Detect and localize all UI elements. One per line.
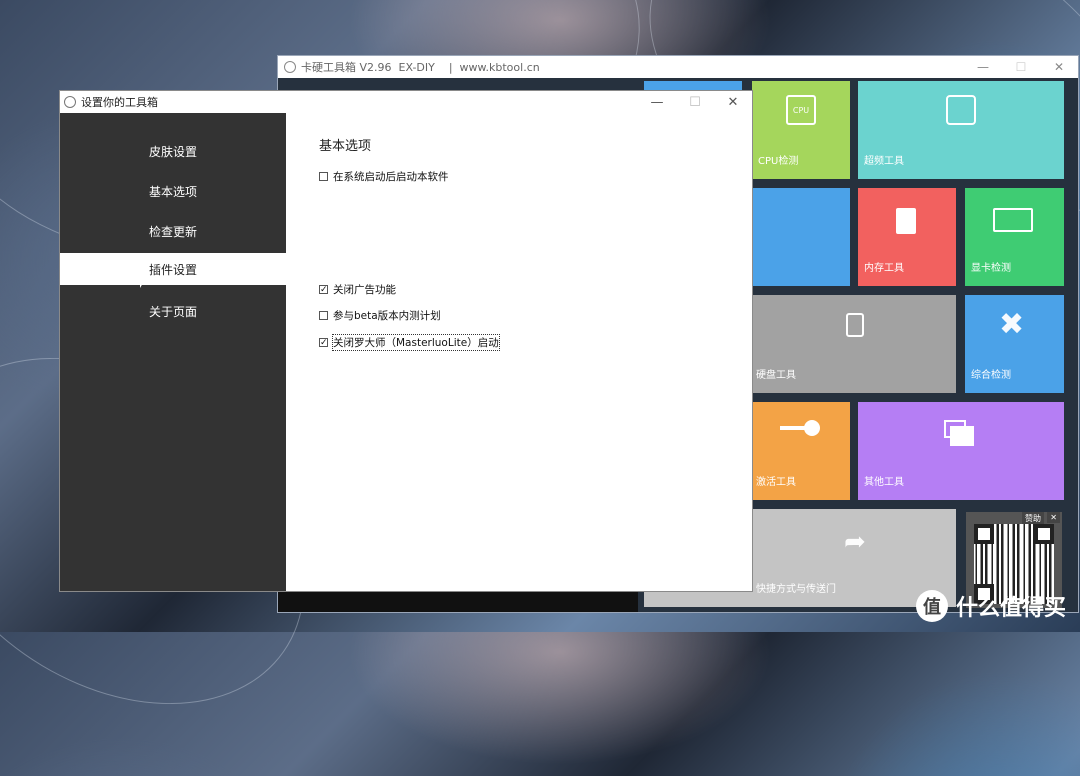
dialog-minimize-button[interactable]: — — [638, 91, 676, 113]
tile-label: 快捷方式与传送门 — [756, 584, 836, 595]
checkbox[interactable] — [319, 311, 328, 320]
tile-label: 其他工具 — [864, 477, 904, 488]
option-disable-ads[interactable]: ✓ 关闭广告功能 — [319, 282, 396, 297]
watermark-text: 什么值得买 — [955, 596, 1066, 621]
tile-label: 综合检测 — [971, 370, 1011, 381]
checkbox[interactable] — [319, 172, 328, 181]
settings-dialog: 设置你的工具箱 — ☐ ✕ 皮肤设置 基本选项 检查更新 插件设置 关于页面 基… — [59, 90, 753, 592]
close-button[interactable]: ✕ — [1040, 56, 1078, 78]
checkbox[interactable]: ✓ — [319, 338, 328, 348]
smzdm-watermark: 值 什么值得买 — [915, 590, 1066, 622]
windows-stack-icon — [944, 420, 974, 446]
sidebar-item-update[interactable]: 检查更新 — [60, 211, 286, 251]
tile-label: 硬盘工具 — [756, 370, 796, 381]
tile-gpu[interactable]: 显卡检测 — [965, 188, 1064, 286]
sliders-icon — [946, 95, 976, 125]
option-label: 关闭罗大师（MasterluoLite）启动 — [332, 334, 500, 351]
tile-label: 超频工具 — [864, 156, 904, 167]
tile-label: CPU检测 — [758, 156, 799, 167]
qr-corner-marker — [974, 524, 994, 544]
dialog-maximize-button[interactable]: ☐ — [676, 91, 714, 113]
tile-label: 激活工具 — [756, 477, 796, 488]
qr-corner-marker — [1034, 524, 1054, 544]
section-title: 基本选项 — [319, 139, 372, 154]
option-autostart[interactable]: 在系统启动后启动本软件 — [319, 169, 449, 184]
sidebar-item-plugins[interactable]: 插件设置 — [60, 253, 286, 285]
dialog-gear-icon — [64, 96, 76, 108]
app-gear-icon — [284, 61, 296, 73]
key-icon — [780, 420, 820, 436]
toolbox-title: 卡硬工具箱 V2.96 EX-DIY | www.kbtool.cn — [301, 61, 540, 74]
settings-content: 基本选项 在系统启动后启动本软件 ✓ 关闭广告功能 参与beta版本内测计划 ✓… — [286, 113, 752, 591]
tile-diagnostics[interactable]: ✖ 综合检测 — [965, 295, 1064, 393]
option-label: 在系统启动后启动本软件 — [333, 171, 449, 183]
maximize-button[interactable]: ☐ — [1002, 56, 1040, 78]
option-beta[interactable]: 参与beta版本内测计划 — [319, 308, 441, 323]
cpu-icon: CPU — [786, 95, 816, 125]
tools-icon: ✖ — [999, 307, 1025, 342]
option-label: 参与beta版本内测计划 — [333, 310, 441, 322]
tile-overclock[interactable]: 超频工具 — [858, 81, 1064, 179]
minimize-button[interactable]: — — [964, 56, 1002, 78]
dialog-close-button[interactable]: ✕ — [714, 91, 752, 113]
tile-other-tools[interactable]: 其他工具 — [858, 402, 1064, 500]
option-label: 关闭广告功能 — [333, 284, 396, 296]
watermark-logo: 值 — [915, 590, 948, 622]
share-arrow-icon: ➦ — [844, 527, 866, 557]
tile-cpu[interactable]: CPU CPU检测 — [752, 81, 850, 179]
dialog-titlebar[interactable]: 设置你的工具箱 — ☐ ✕ — [60, 91, 752, 113]
ad-close-button[interactable]: ✕ — [1047, 512, 1060, 523]
tile-memory[interactable]: 内存工具 — [858, 188, 956, 286]
option-disable-masterluo[interactable]: ✓ 关闭罗大师（MasterluoLite）启动 — [319, 334, 500, 351]
dialog-title: 设置你的工具箱 — [81, 96, 158, 109]
memory-card-icon — [896, 208, 916, 234]
sidebar-item-skin[interactable]: 皮肤设置 — [60, 131, 286, 171]
settings-sidebar: 皮肤设置 基本选项 检查更新 插件设置 关于页面 — [60, 113, 286, 591]
disk-icon — [846, 313, 864, 337]
checkbox[interactable]: ✓ — [319, 285, 328, 295]
toolbox-titlebar[interactable]: 卡硬工具箱 V2.96 EX-DIY | www.kbtool.cn — ☐ ✕ — [278, 56, 1078, 78]
gpu-card-icon — [993, 208, 1033, 232]
tile-label: 显卡检测 — [971, 263, 1011, 274]
mouse-cursor-icon — [140, 272, 146, 288]
sidebar-item-basic[interactable]: 基本选项 — [60, 171, 286, 211]
tile-label: 内存工具 — [864, 263, 904, 274]
sidebar-item-about[interactable]: 关于页面 — [60, 291, 286, 331]
